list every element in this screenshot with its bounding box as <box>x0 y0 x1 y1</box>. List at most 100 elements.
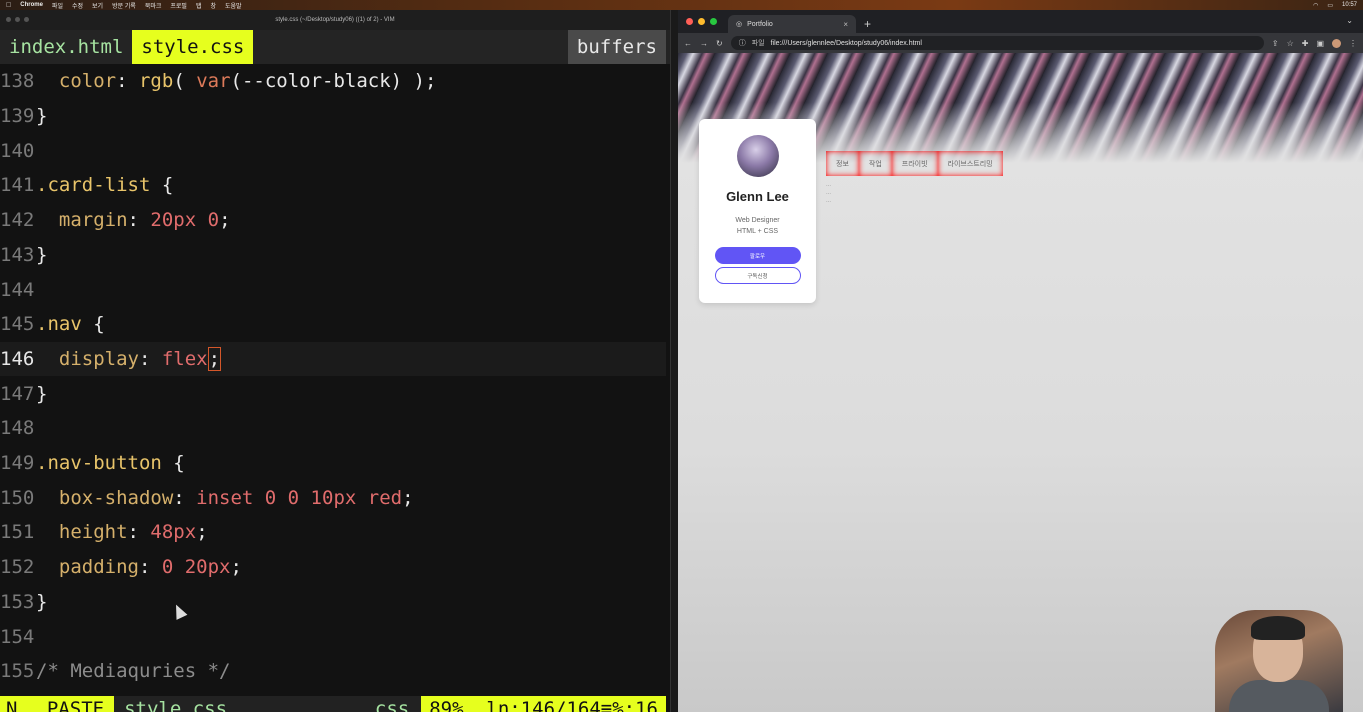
battery-icon[interactable]: ▭ <box>1327 2 1333 9</box>
menubar-item-edit[interactable]: 수정 <box>72 1 83 10</box>
line-number: 148 <box>0 417 35 440</box>
tab-portfolio[interactable]: ◎ Portfolio × <box>728 15 856 33</box>
menubar-item-history[interactable]: 방문 기록 <box>112 1 136 10</box>
menubar-item-view[interactable]: 보기 <box>92 1 103 10</box>
code-line[interactable]: 144 <box>0 272 666 307</box>
apple-icon[interactable]:  <box>6 2 11 9</box>
menubar-item-bookmarks[interactable]: 북마크 <box>145 1 162 10</box>
url-text[interactable]: file:///Users/glennlee/Desktop/study06/i… <box>771 40 922 47</box>
profile-avatar-icon[interactable] <box>1332 38 1341 48</box>
line-source: height: 48px; <box>36 521 208 543</box>
code-line[interactable]: 145 .nav { <box>0 307 666 342</box>
tab-index-html[interactable]: index.html <box>0 30 132 64</box>
code-line[interactable]: 152 padding: 0 20px; <box>0 550 666 585</box>
line-number: 141 <box>0 174 35 197</box>
code-line[interactable]: 147} <box>0 376 666 411</box>
follow-button[interactable]: 팔로우 <box>714 247 801 264</box>
sidepanel-icon[interactable]: ▣ <box>1316 39 1324 48</box>
close-window-icon[interactable] <box>686 18 693 25</box>
window-controls[interactable] <box>6 17 29 22</box>
line-number: 143 <box>0 243 35 266</box>
line-number: 154 <box>0 625 35 648</box>
code-token: .nav-button <box>36 452 162 475</box>
code-token: : <box>138 347 162 370</box>
code-token: .nav <box>36 313 82 336</box>
reload-icon[interactable]: ↻ <box>716 39 723 48</box>
menu-icon[interactable]: ⋮ <box>1349 39 1357 48</box>
line-source: .nav { <box>36 313 105 335</box>
line-source: } <box>36 591 47 613</box>
code-line[interactable]: 140 <box>0 133 666 168</box>
menubar-item-window[interactable]: 창 <box>210 1 216 10</box>
url-scheme: 파일 <box>751 40 765 47</box>
split-divider[interactable] <box>670 10 678 712</box>
code-line[interactable]: 143} <box>0 238 666 273</box>
line-number: 151 <box>0 521 35 544</box>
code-line[interactable]: 150 box-shadow: inset 0 0 10px red; <box>0 480 666 515</box>
code-token: color <box>58 70 117 93</box>
menubar-item-tab[interactable]: 탭 <box>196 1 202 10</box>
nav-button-work[interactable]: 작업 <box>859 151 892 176</box>
code-line[interactable]: 155/* Mediaquries */ <box>0 654 666 689</box>
back-icon[interactable]: ← <box>684 39 692 48</box>
minimize-window-icon[interactable] <box>698 18 705 25</box>
subscribe-button[interactable]: 구독신청 <box>714 267 801 284</box>
menubar-item-help[interactable]: 도움말 <box>225 1 242 10</box>
forward-icon[interactable]: → <box>700 39 708 48</box>
clock[interactable]: 10:57 <box>1342 2 1357 8</box>
bookmark-star-icon[interactable]: ☆ <box>1287 39 1294 48</box>
code-line[interactable]: 146 display: flex; <box>0 341 666 377</box>
vim-statusline: N… PASTE style.css css 89% ln:146/164≡%:… <box>0 696 666 712</box>
code-token: 20px 0 <box>150 209 220 232</box>
menubar-app-name[interactable]: Chrome <box>20 2 43 8</box>
wifi-icon[interactable]: ◠ <box>1313 2 1318 9</box>
menubar-item-profile[interactable]: 프로필 <box>170 1 187 10</box>
code-line[interactable]: 142 margin: 20px 0; <box>0 203 666 238</box>
share-icon[interactable]: ⇪ <box>1272 39 1279 48</box>
chrome-tabstrip: ◎ Portfolio × + ⌄ <box>678 10 1363 33</box>
tab-style-css[interactable]: style.css <box>132 30 254 64</box>
nav-button-info[interactable]: 정보 <box>826 151 859 176</box>
code-line[interactable]: 151 height: 48px; <box>0 515 666 550</box>
line-source: .card-list { <box>36 174 173 196</box>
info-icon[interactable]: ⓘ <box>739 38 746 48</box>
code-line[interactable]: 153} <box>0 585 666 620</box>
zoom-window-icon[interactable] <box>710 18 717 25</box>
webcam-overlay <box>1215 610 1343 712</box>
window-controls[interactable] <box>686 18 717 25</box>
line-number: 155 <box>0 660 35 683</box>
line-number: 149 <box>0 452 35 475</box>
address-bar[interactable]: ⓘ 파일 file:///Users/glennlee/Desktop/stud… <box>730 36 1264 50</box>
new-tab-button[interactable]: + <box>864 17 871 31</box>
close-tab-icon[interactable]: × <box>843 20 848 29</box>
menubar-item-file[interactable]: 파일 <box>52 1 63 10</box>
line-number: 140 <box>0 139 35 162</box>
code-line[interactable]: 148 <box>0 411 666 446</box>
profile-photo <box>736 135 779 177</box>
tab-title: Portfolio <box>747 20 773 28</box>
code-line[interactable]: 139} <box>0 99 666 134</box>
tab-search-icon[interactable]: ⌄ <box>1346 16 1353 25</box>
code-editor[interactable]: 138 color: rgb( var(--color-black) ); 139… <box>0 64 666 696</box>
code-token: : <box>138 556 162 579</box>
macos-menubar:  Chrome 파일 수정 보기 방문 기록 북마크 프로필 탭 창 도움말 … <box>0 0 1363 10</box>
code-token: { <box>81 313 105 336</box>
code-line[interactable]: 138 color: rgb( var(--color-black) ); <box>0 64 666 99</box>
list-item: ... <box>826 198 832 204</box>
code-token: display <box>58 347 139 370</box>
code-line[interactable]: 154 <box>0 619 666 654</box>
code-line[interactable]: 149 .nav-button { <box>0 446 666 481</box>
code-token: .card-list <box>36 174 151 197</box>
code-token: { <box>150 174 174 197</box>
nav-button-private[interactable]: 프라이빗 <box>892 151 938 176</box>
status-filename: style.css <box>124 698 228 712</box>
nav-button-livestream[interactable]: 라이브스트리밍 <box>938 151 1003 176</box>
code-token: } <box>36 243 48 266</box>
code-line[interactable]: 141 .card-list { <box>0 168 666 203</box>
mode-indicator: N… <box>0 696 35 712</box>
extensions-icon[interactable]: ✚ <box>1302 39 1309 48</box>
code-token: rgb <box>138 70 174 93</box>
